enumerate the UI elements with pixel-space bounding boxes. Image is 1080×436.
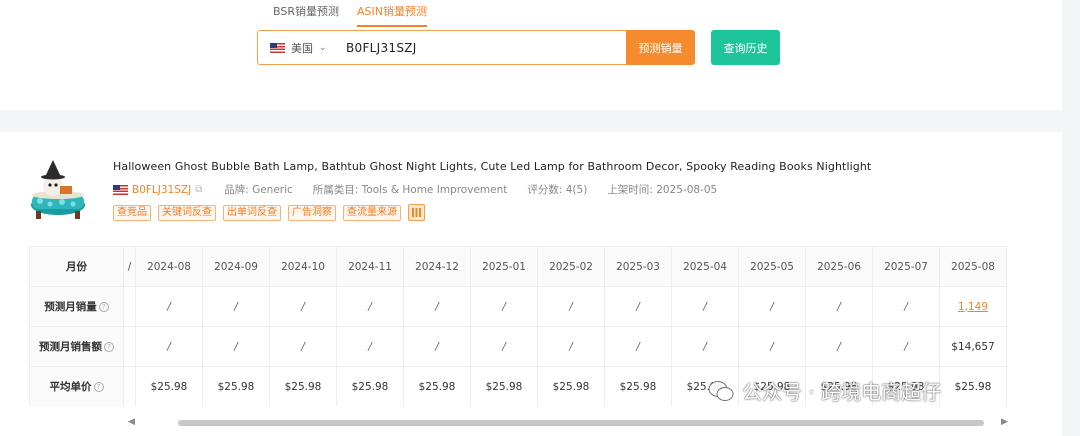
table-cell: / — [537, 326, 605, 367]
table-cell: / — [738, 286, 806, 327]
row-label-monthly-sales: 预测月销量? — [29, 286, 124, 327]
truncated-cell — [123, 366, 136, 406]
month-header-cell: 2025-07 — [872, 246, 940, 287]
table-cell: / — [604, 326, 672, 367]
table-header-row: 月份 / 2024-08 2024-09 2024-10 2024-11 202… — [29, 246, 1007, 287]
row-label-avg-price: 平均单价? — [29, 366, 124, 406]
sales-value-link[interactable]: 1,149 — [958, 301, 988, 313]
scroll-left-arrow-icon[interactable]: ◀ — [128, 417, 135, 427]
month-header-cell: 2025-08 — [939, 246, 1007, 287]
tag-order-keyword-reverse[interactable]: 出单词反查 — [223, 204, 281, 221]
month-header-cell: 2024-08 — [135, 246, 203, 287]
tag-traffic-source[interactable]: 查流量来源 — [343, 204, 401, 221]
month-header-cell: 2025-05 — [738, 246, 806, 287]
table-cell: / — [537, 286, 605, 327]
help-icon[interactable]: ? — [104, 342, 114, 352]
month-header-cell: 2024-12 — [403, 246, 471, 287]
us-flag-icon — [113, 184, 128, 195]
product-action-tags: 查竞品 关键词反查 出单词反查 广告洞察 查流量来源 — [113, 204, 425, 221]
table-row: 预测月销售额? / / / / / / / / / / / / $14,657 — [29, 326, 1007, 367]
truncated-cell — [123, 326, 136, 367]
table-cell: $25.98 — [202, 366, 270, 406]
tag-ad-insight[interactable]: 广告洞察 — [288, 204, 336, 221]
predict-sales-button[interactable]: 预测销量 — [626, 30, 695, 65]
table-cell: / — [604, 286, 672, 327]
table-cell: / — [202, 286, 270, 327]
table-cell: $25.98 — [537, 366, 605, 406]
table-cell: $25.98 — [403, 366, 471, 406]
table-cell: $14,657 — [939, 326, 1007, 367]
product-brand: 品牌: Generic — [224, 184, 293, 196]
month-header: 月份 — [29, 246, 124, 287]
product-rating: 评分数: 4(5) — [527, 184, 588, 196]
month-header-cell: 2025-03 — [604, 246, 672, 287]
external-link-icon[interactable]: ⧉ — [195, 184, 206, 195]
table-cell: / — [872, 326, 940, 367]
truncated-column-header: / — [123, 246, 136, 287]
tag-competitor-lookup[interactable]: 查竞品 — [113, 204, 151, 221]
table-cell: / — [805, 326, 873, 367]
table-cell: / — [671, 326, 739, 367]
country-label: 美国 — [291, 41, 313, 55]
table-cell: / — [269, 326, 337, 367]
truncated-cell — [123, 286, 136, 327]
help-icon[interactable]: ? — [93, 382, 104, 392]
table-cell: / — [336, 286, 404, 327]
watermark-text: 公众号 · 跨境电商超仔 — [742, 380, 942, 404]
table-cell: / — [470, 286, 538, 327]
table-cell: / — [872, 286, 940, 327]
table-cell: / — [671, 286, 739, 327]
table-cell: $25.98 — [604, 366, 672, 406]
product-meta: B0FLJ31SZJ ⧉ 品牌: Generic 所属类目: Tools & H… — [113, 182, 717, 197]
table-cell: / — [805, 286, 873, 327]
month-header-cell: 2024-10 — [269, 246, 337, 287]
table-cell: $25.98 — [336, 366, 404, 406]
table-cell: $25.98 — [470, 366, 538, 406]
product-image — [31, 160, 85, 219]
asin-input[interactable] — [344, 40, 614, 55]
scroll-right-arrow-icon[interactable]: ▶ — [1001, 417, 1008, 427]
product-asin-link[interactable]: B0FLJ31SZJ — [132, 184, 191, 196]
table-cell: / — [403, 326, 471, 367]
row-label-monthly-revenue: 预测月销售额? — [29, 326, 124, 367]
table-row: 预测月销量? / / / / / / / / / / / / 1,149 — [29, 286, 1007, 327]
month-header-cell: 2025-04 — [671, 246, 739, 287]
table-cell: 1,149 — [939, 286, 1007, 327]
table-cell: / — [202, 326, 270, 367]
search-box: 美国 ⌄ — [257, 30, 627, 65]
table-cell: / — [336, 326, 404, 367]
table-cell: / — [738, 326, 806, 367]
watermark: 公众号 · 跨境电商超仔 — [708, 376, 941, 405]
tag-keyword-reverse[interactable]: 关键词反查 — [158, 204, 216, 221]
help-icon[interactable]: ? — [98, 302, 109, 312]
product-title[interactable]: Halloween Ghost Bubble Bath Lamp, Bathtu… — [113, 160, 871, 173]
scrollbar-thumb[interactable] — [178, 420, 984, 426]
tab-bsr-prediction[interactable]: BSR销量预测 — [273, 3, 339, 27]
country-select[interactable]: 美国 ⌄ — [258, 40, 344, 56]
table-cell: / — [470, 326, 538, 367]
month-header-cell: 2024-11 — [336, 246, 404, 287]
wechat-logo-icon — [708, 380, 734, 401]
table-cell: / — [403, 286, 471, 327]
table-cell: $25.98 — [939, 366, 1007, 406]
month-header-cell: 2025-06 — [805, 246, 873, 287]
table-cell: $25.98 — [135, 366, 203, 406]
month-header-cell: 2025-02 — [537, 246, 605, 287]
table-cell: / — [135, 286, 203, 327]
product-category: 所属类目: Tools & Home Improvement — [312, 184, 508, 196]
query-history-button[interactable]: 查询历史 — [711, 30, 780, 65]
table-cell: / — [269, 286, 337, 327]
chevron-down-icon: ⌄ — [319, 42, 327, 53]
tab-asin-prediction[interactable]: ASIN销量预测 — [356, 3, 427, 27]
month-header-cell: 2025-01 — [470, 246, 538, 287]
month-header-cell: 2024-09 — [202, 246, 270, 287]
table-cell: $25.98 — [269, 366, 337, 406]
horizontal-scrollbar[interactable]: ◀ ▶ — [128, 417, 1008, 429]
table-cell: / — [135, 326, 203, 367]
calculator-icon[interactable] — [408, 204, 425, 221]
us-flag-icon — [270, 42, 285, 53]
product-listed-date: 上架时间: 2025-08-05 — [607, 184, 718, 196]
prediction-tabs: BSR销量预测 ASIN销量预测 — [273, 3, 427, 27]
